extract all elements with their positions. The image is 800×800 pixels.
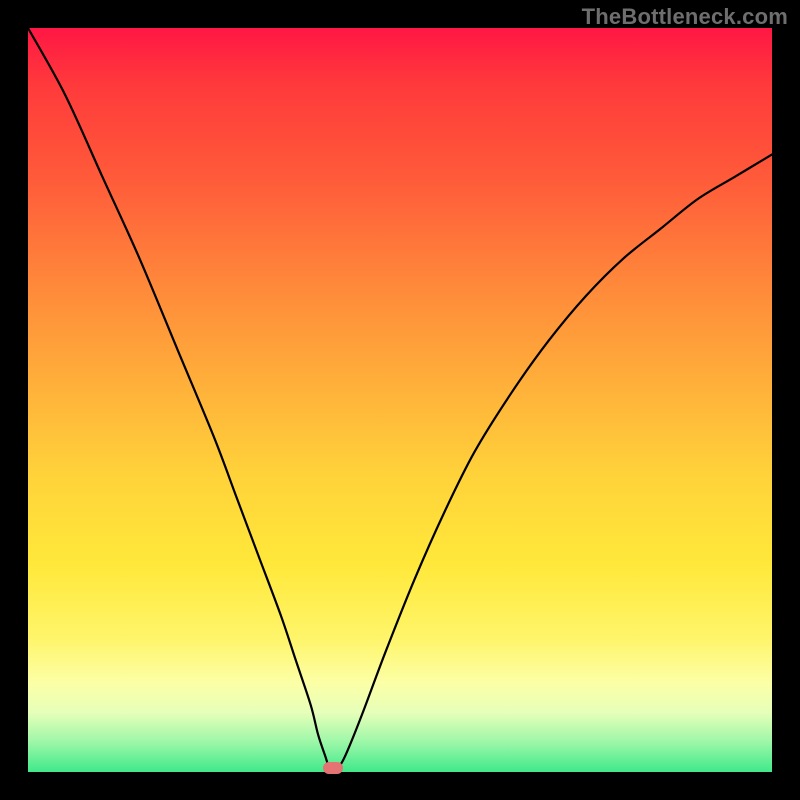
plot-area <box>28 28 772 772</box>
optimal-point-marker <box>323 762 343 774</box>
curve-svg <box>28 28 772 772</box>
bottleneck-curve <box>28 28 772 769</box>
chart-frame: TheBottleneck.com <box>0 0 800 800</box>
watermark-text: TheBottleneck.com <box>582 4 788 30</box>
